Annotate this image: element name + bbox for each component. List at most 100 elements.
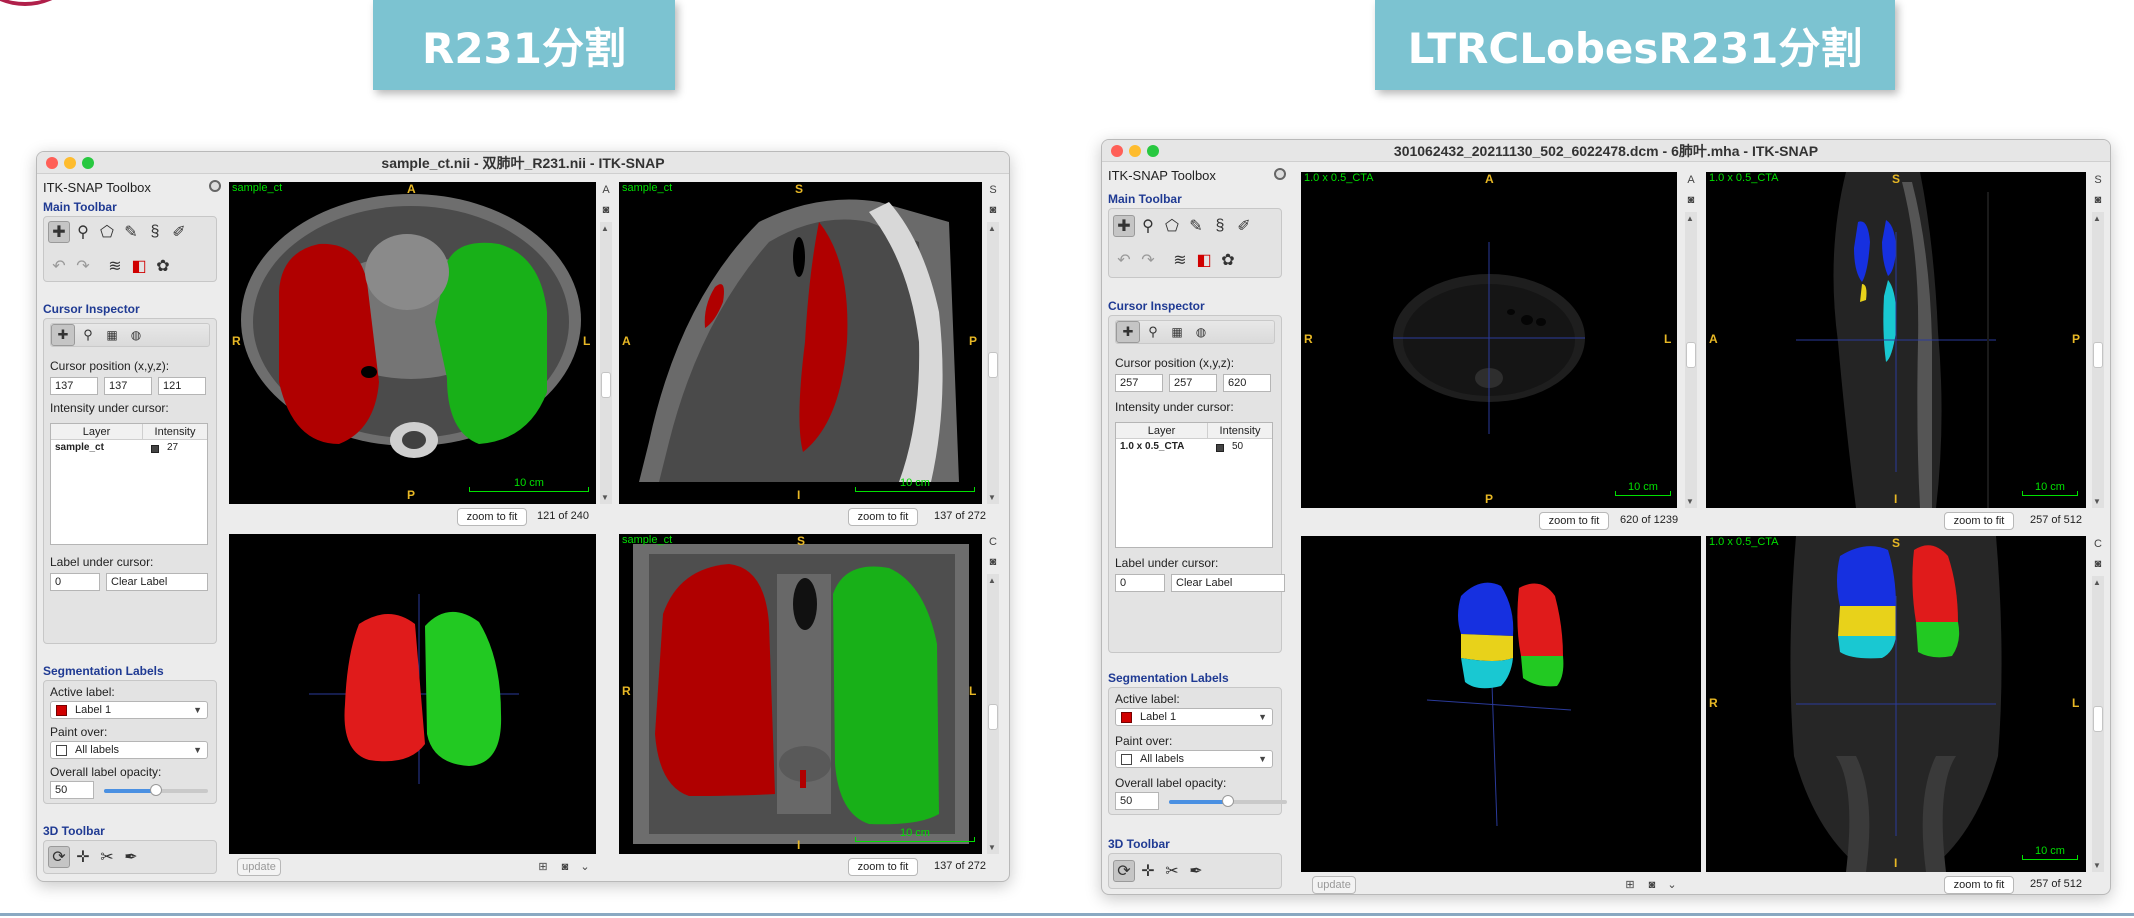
palette-icon[interactable]: ✿ [1217, 249, 1239, 271]
rotate-icon[interactable]: ⟳ [48, 846, 70, 868]
layout-icon[interactable]: ⊞ [537, 861, 549, 873]
polygon-icon[interactable]: ⬠ [96, 221, 118, 243]
spray-icon[interactable]: ✒ [1185, 860, 1207, 882]
annotation-icon[interactable]: ✐ [1233, 215, 1255, 237]
opacity-field[interactable]: 50 [50, 781, 94, 799]
close-window-button[interactable] [46, 157, 58, 169]
axial-zoom-to-fit-button[interactable]: zoom to fit [457, 508, 527, 526]
opacity-slider-knob[interactable] [150, 784, 162, 796]
label-under-cursor-value[interactable]: 0 [1115, 574, 1165, 592]
cursor-x-field[interactable]: 137 [50, 377, 98, 395]
window-icon[interactable]: ◍ [1190, 321, 1212, 343]
coronal-zoom-to-fit-button[interactable]: zoom to fit [848, 858, 918, 876]
polygon-icon[interactable]: ⬠ [1161, 215, 1183, 237]
coronal-view[interactable]: 1.0 x 0.5_CTA S I R L 10 cm [1706, 536, 2086, 872]
maximize-view-icon[interactable]: A [1685, 174, 1697, 186]
layers-icon[interactable]: ≋ [104, 255, 126, 277]
gear-icon[interactable] [209, 180, 221, 192]
close-window-button[interactable] [1111, 145, 1123, 157]
sagittal-view[interactable]: sample_ct S I A P 10 cm [619, 182, 982, 504]
opacity-slider-knob[interactable] [1222, 795, 1234, 807]
screenshot-icon[interactable]: ◙ [987, 204, 999, 216]
coronal-slice-scrollbar[interactable]: ▲ ▼ [987, 574, 999, 854]
annotation-icon[interactable]: ✐ [168, 221, 190, 243]
zoom-icon[interactable]: ⚲ [72, 221, 94, 243]
grid-icon[interactable]: ▦ [101, 324, 123, 346]
window-titlebar[interactable]: 301062432_20211130_502_6022478.dcm - 6肺叶… [1102, 140, 2110, 162]
minimize-window-button[interactable] [64, 157, 76, 169]
label-color-icon[interactable]: ◧ [128, 255, 150, 277]
cursor-z-field[interactable]: 620 [1223, 374, 1271, 392]
paint-over-select[interactable]: All labels ▼ [50, 741, 208, 759]
paintbrush-icon[interactable]: ✎ [1185, 215, 1207, 237]
paintbrush-icon[interactable]: ✎ [120, 221, 142, 243]
spray-icon[interactable]: ✒ [120, 846, 142, 868]
window-titlebar[interactable]: sample_ct.nii - 双肺叶_R231.nii - ITK-SNAP [37, 152, 1009, 174]
paint-over-select[interactable]: All labels ▼ [1115, 750, 1273, 768]
crosshair-icon[interactable]: ✚ [48, 221, 70, 243]
opacity-slider[interactable] [1169, 795, 1287, 807]
maximize-view-icon[interactable]: C [987, 536, 999, 548]
intensity-table[interactable]: Layer Intensity sample_ct 27 [50, 423, 208, 545]
redo-icon[interactable]: ↷ [72, 255, 94, 277]
axial-view[interactable]: sample_ct A P R L 10 cm [229, 182, 596, 504]
minimize-window-button[interactable] [1129, 145, 1141, 157]
screenshot-icon[interactable]: ◙ [559, 861, 571, 873]
crosshair3d-icon[interactable]: ✛ [72, 846, 94, 868]
zoom-icon[interactable]: ⚲ [1137, 215, 1159, 237]
sagittal-slice-scrollbar[interactable]: ▲ ▼ [2092, 212, 2104, 508]
screenshot-icon[interactable]: ◙ [1685, 194, 1697, 206]
cursor-z-field[interactable]: 121 [158, 377, 206, 395]
axial-zoom-to-fit-button[interactable]: zoom to fit [1539, 512, 1609, 530]
layout-icon[interactable]: ⊞ [1624, 879, 1636, 891]
sagittal-zoom-to-fit-button[interactable]: zoom to fit [848, 508, 918, 526]
opacity-slider[interactable] [104, 784, 208, 796]
render-3d-view[interactable] [229, 534, 596, 854]
sagittal-view[interactable]: 1.0 x 0.5_CTA S I A P 10 cm [1706, 172, 2086, 508]
redo-icon[interactable]: ↷ [1137, 249, 1159, 271]
maximize-view-icon[interactable]: S [987, 184, 999, 196]
undo-icon[interactable]: ↶ [1113, 249, 1135, 271]
coronal-view[interactable]: sample_ct S I R L 10 cm [619, 534, 982, 854]
opacity-field[interactable]: 50 [1115, 792, 1159, 810]
update-button[interactable]: update [1312, 876, 1356, 894]
cursor-x-field[interactable]: 257 [1115, 374, 1163, 392]
zoom-icon[interactable]: ⚲ [77, 324, 99, 346]
intensity-table[interactable]: Layer Intensity 1.0 x 0.5_CTA 50 [1115, 422, 1273, 548]
crosshair-icon[interactable]: ✚ [1116, 321, 1140, 343]
label-under-cursor-name[interactable]: Clear Label [106, 573, 208, 591]
update-button[interactable]: update [237, 858, 281, 876]
grid-icon[interactable]: ▦ [1166, 321, 1188, 343]
cursor-y-field[interactable]: 257 [1169, 374, 1217, 392]
active-label-select[interactable]: Label 1 ▼ [1115, 708, 1273, 726]
cursor-y-field[interactable]: 137 [104, 377, 152, 395]
crosshair-icon[interactable]: ✚ [1113, 215, 1135, 237]
scalpel-icon[interactable]: ✂ [1161, 860, 1183, 882]
screenshot-icon[interactable]: ◙ [987, 556, 999, 568]
zoom-window-button[interactable] [82, 157, 94, 169]
gear-icon[interactable] [1274, 168, 1286, 180]
sagittal-zoom-to-fit-button[interactable]: zoom to fit [1944, 512, 2014, 530]
chevron-down-icon[interactable]: ⌄ [579, 861, 591, 873]
label-under-cursor-value[interactable]: 0 [50, 573, 100, 591]
scalpel-icon[interactable]: ✂ [96, 846, 118, 868]
palette-icon[interactable]: ✿ [152, 255, 174, 277]
sagittal-slice-scrollbar[interactable]: ▲ ▼ [987, 222, 999, 504]
screenshot-icon[interactable]: ◙ [2092, 558, 2104, 570]
snake-icon[interactable]: § [1209, 215, 1231, 237]
maximize-view-icon[interactable]: A [600, 184, 612, 196]
zoom-window-button[interactable] [1147, 145, 1159, 157]
rotate-icon[interactable]: ⟳ [1113, 860, 1135, 882]
axial-slice-scrollbar[interactable]: ▲ ▼ [1685, 212, 1697, 508]
coronal-zoom-to-fit-button[interactable]: zoom to fit [1944, 876, 2014, 894]
chevron-down-icon[interactable]: ⌄ [1666, 879, 1678, 891]
maximize-view-icon[interactable]: S [2092, 174, 2104, 186]
label-under-cursor-name[interactable]: Clear Label [1171, 574, 1285, 592]
undo-icon[interactable]: ↶ [48, 255, 70, 277]
axial-slice-scrollbar[interactable]: ▲ ▼ [600, 222, 612, 504]
maximize-view-icon[interactable]: C [2092, 538, 2104, 550]
layers-icon[interactable]: ≋ [1169, 249, 1191, 271]
crosshair-icon[interactable]: ✚ [51, 324, 75, 346]
crosshair3d-icon[interactable]: ✛ [1137, 860, 1159, 882]
screenshot-icon[interactable]: ◙ [2092, 194, 2104, 206]
